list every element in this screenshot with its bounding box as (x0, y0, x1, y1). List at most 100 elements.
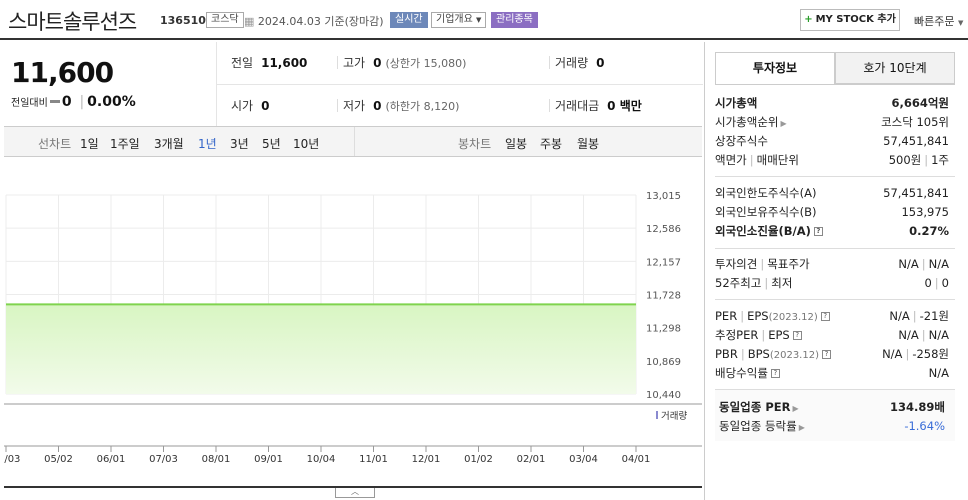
foreign-group: 외국인한도주식수(A) 57,451,841 외국인보유주식수(B) 153,975… (715, 184, 953, 241)
quick-order-label: 빠른주문 (914, 15, 955, 28)
mcap-label: 시가총액 (715, 96, 758, 110)
tab-3y[interactable]: 3년 (230, 135, 249, 152)
par-value: 500원 (888, 153, 922, 167)
mcap-value: 6,664억원 (891, 96, 949, 110)
industry-change-link[interactable]: 동일업종 등락률 ▶ (719, 419, 805, 433)
industry-per-value: 134.89배 (890, 400, 945, 414)
stock-name: 스마트솔루션즈 (8, 10, 137, 34)
volume-legend-label: 거래량 (661, 410, 687, 422)
company-info-label: 기업개요 (436, 14, 473, 25)
mcap-rank-label: 시가총액순위 (715, 115, 779, 129)
eps-label: EPS (747, 309, 769, 323)
industry-change-value: -1.64% (904, 419, 945, 433)
opinion-label: 투자의견 (715, 257, 758, 271)
volume-legend-swatch (656, 411, 658, 419)
change-rate: 0.00% (87, 94, 136, 110)
company-info-dropdown[interactable]: 기업개요 ▼ (431, 12, 487, 28)
x-tick-label: 02/01 (517, 454, 546, 465)
stock-header: 스마트솔루션즈 136510 코스닥 ▦ 2024.04.03 기준(장마감) … (0, 0, 968, 40)
tab-1d[interactable]: 1일 (80, 135, 99, 152)
trade-amount: 거래대금 0 백만 (555, 97, 642, 114)
chevron-right-icon: ▶ (780, 119, 787, 128)
mcap-rank-link[interactable]: 시가총액순위 ▶ (715, 115, 787, 129)
tab-daily[interactable]: 일봉 (505, 135, 527, 152)
tab-1y[interactable]: 1년 (198, 135, 217, 152)
foreign-limit-label: 외국인한도주식수(A) (715, 186, 817, 200)
dividend-value: N/A (928, 366, 949, 380)
realtime-button[interactable]: 실시간 (390, 12, 428, 28)
tab-orderbook-10[interactable]: 호가 10단계 (835, 52, 955, 84)
low-value: 0 (373, 99, 382, 113)
y-tick-label: 10,869 (646, 357, 681, 368)
foreign-ratio-value: 0.27% (909, 224, 949, 238)
quick-order-dropdown[interactable]: 빠른주문 ▼ (914, 13, 963, 29)
x-tick-label: 08/01 (202, 454, 231, 465)
x-tick-label: 01/02 (464, 454, 493, 465)
chevron-right-icon: ▶ (792, 404, 799, 413)
y-tick-label: 12,586 (646, 224, 681, 235)
collapse-chart-button[interactable]: ︿ (335, 488, 375, 498)
tab-weekly[interactable]: 주봉 (540, 135, 562, 152)
quote-basis: 기준(장마감) (324, 15, 384, 28)
target-label: 목표주가 (767, 257, 810, 271)
volume-label: 거래량 (555, 56, 589, 70)
bps-period: (2023.12) (769, 350, 819, 361)
eps-period: (2023.12) (768, 312, 818, 323)
bps-value: -258원 (912, 347, 949, 361)
help-icon[interactable]: ? (770, 369, 780, 378)
investment-info-panel: 투자정보 호가 10단계 시가총액 6,664억원 시가총액순위 ▶ 코스닥 105위… (704, 42, 968, 500)
help-icon[interactable]: ? (820, 312, 830, 321)
stock-code: 136510 (160, 14, 206, 27)
unit-value: 1주 (931, 153, 949, 167)
help-icon[interactable]: ? (821, 350, 831, 359)
open-price: 시가 0 (231, 97, 269, 114)
price-chart-svg: 13,015 12,586 12,157 11,728 11,298 10,869 10,4… (0, 191, 702, 465)
y-tick-label: 12,157 (646, 257, 681, 268)
x-tick-label: 06/01 (97, 454, 126, 465)
change-label: 전일대비 (11, 98, 48, 109)
flat-icon (49, 99, 60, 103)
prev-close: 전일 11,600 (231, 54, 307, 71)
date-basis: ▦ 2024.04.03 기준(장마감) (244, 13, 384, 29)
tab-5y[interactable]: 5년 (262, 135, 281, 152)
high-price: 고가 0 (상한가 15,080) (343, 54, 466, 71)
x-tick-label: 04/01 (622, 454, 651, 465)
per-value: N/A (889, 309, 910, 323)
w52-high-value: 0 (924, 276, 932, 290)
foreign-hold-value: 153,975 (901, 205, 949, 219)
help-icon[interactable]: ? (813, 227, 823, 236)
open-value: 0 (261, 99, 270, 113)
amount-value: 0 백만 (607, 99, 642, 113)
industry-per-link[interactable]: 동일업종 PER ▶ (719, 400, 799, 414)
tab-10y[interactable]: 10년 (293, 135, 319, 152)
tab-investment-info[interactable]: 투자정보 (715, 52, 835, 84)
add-mystock-label: MY STOCK 추가 (815, 14, 896, 25)
add-mystock-button[interactable]: + MY STOCK 추가 (800, 9, 900, 31)
tab-1w[interactable]: 1주일 (110, 135, 140, 152)
chevron-down-icon: ▼ (957, 19, 964, 27)
tab-monthly[interactable]: 월봉 (577, 135, 599, 152)
prev-close-label: 전일 (231, 56, 254, 70)
x-tick-label: 09/01 (254, 454, 283, 465)
dividend-label: 배당수익률 (715, 366, 768, 380)
tab-3m[interactable]: 3개월 (154, 135, 184, 152)
chart-period-tabs: 선차트 1일 1주일 3개월 1년 3년 5년 10년 봉차트 일봉 주봉 월봉 (4, 126, 702, 157)
price-area (6, 304, 636, 394)
help-icon[interactable]: ? (792, 331, 802, 340)
bps-label: BPS (747, 347, 770, 361)
target-value: N/A (928, 257, 949, 271)
low-label: 저가 (343, 99, 366, 113)
opinion-group: 투자의견 | 목표주가 N/A | N/A 52주최고 | 최저 0 | 0 (715, 257, 949, 290)
shares-label: 상장주식수 (715, 134, 768, 148)
low-price: 저가 0 (하한가 8,120) (343, 97, 459, 114)
high-value: 0 (373, 56, 382, 70)
pbr-label: PBR (715, 347, 738, 361)
managed-stock-badge: 관리종목 (491, 12, 538, 28)
x-tick-label: 05/02 (44, 454, 73, 465)
est-per-value: N/A (898, 328, 919, 342)
par-label: 액면가 (715, 153, 747, 167)
y-tick-label: 13,015 (646, 191, 681, 202)
foreign-limit-value: 57,451,841 (883, 186, 949, 200)
plus-icon: + (804, 14, 813, 25)
x-tick-label: 11/01 (359, 454, 388, 465)
